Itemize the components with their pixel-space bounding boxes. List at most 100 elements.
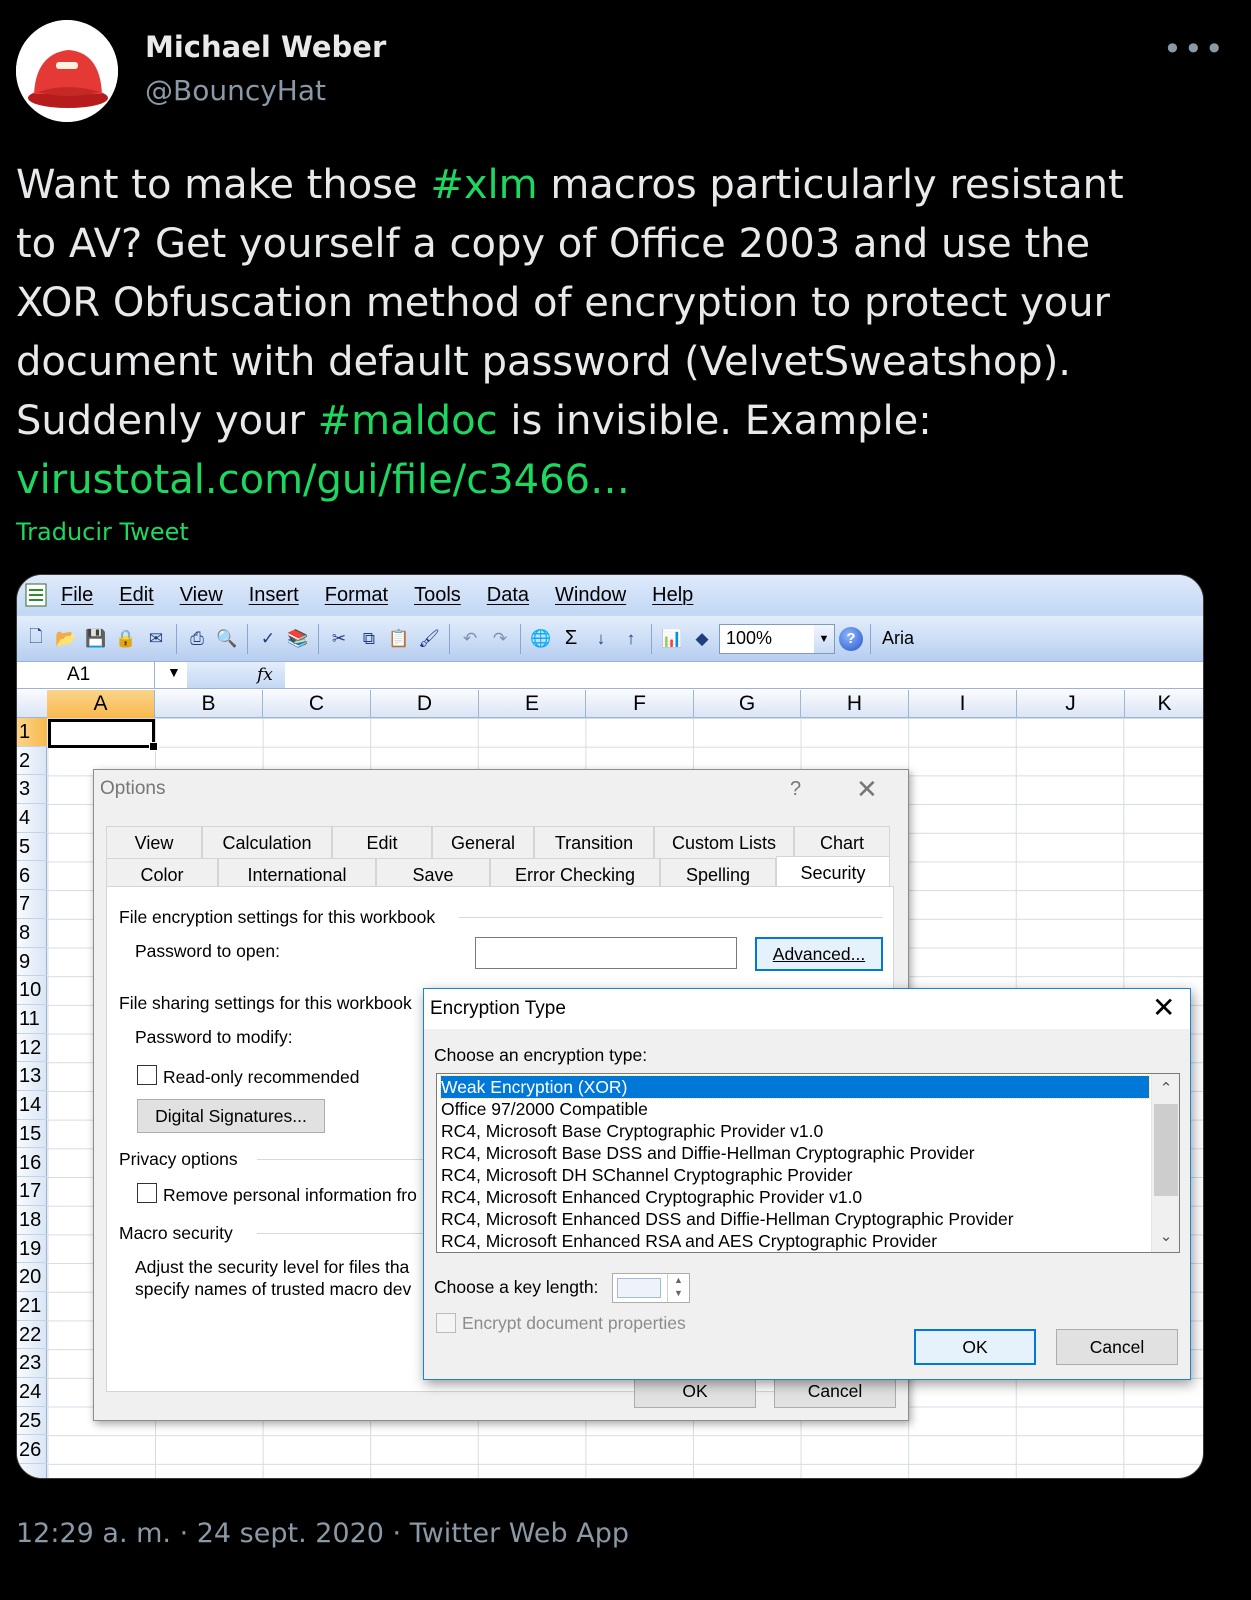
tab-edit[interactable]: Edit	[332, 826, 432, 858]
zoom-select[interactable]: 100% ▼	[719, 623, 835, 654]
hashtag-link[interactable]: #xlm	[430, 162, 537, 208]
menu-data[interactable]: Data	[487, 584, 529, 607]
encryption-ok-button[interactable]: OK	[914, 1329, 1036, 1365]
row-header[interactable]: 3	[17, 775, 47, 805]
column-header[interactable]: G	[694, 690, 801, 718]
hyperlink-icon[interactable]: 🌐	[528, 626, 554, 652]
column-header[interactable]: C	[263, 690, 371, 718]
column-header[interactable]: K	[1125, 690, 1203, 718]
row-header[interactable]: 22	[17, 1321, 47, 1350]
column-header[interactable]: H	[801, 690, 909, 718]
column-header[interactable]: F	[586, 690, 694, 718]
chevron-up-icon[interactable]: ⌃	[1152, 1076, 1179, 1102]
copy-icon[interactable]: ⧉	[356, 626, 382, 652]
list-item[interactable]: RC4, Microsoft Base DSS and Diffie-Hellm…	[441, 1142, 975, 1164]
tab-calculation[interactable]: Calculation	[202, 826, 332, 858]
row-header[interactable]: 12	[17, 1034, 47, 1063]
undo-icon[interactable]: ↶	[457, 626, 483, 652]
author-handle[interactable]: @BouncyHat	[145, 74, 326, 107]
tweet-media-screenshot[interactable]: File Edit View Insert Format Tools Data …	[16, 574, 1204, 1479]
row-header[interactable]: 13	[17, 1062, 47, 1092]
list-item[interactable]: RC4, Microsoft Enhanced Cryptographic Pr…	[441, 1186, 862, 1208]
author-name[interactable]: Michael Weber	[145, 30, 386, 64]
research-icon[interactable]: 📚	[285, 626, 311, 652]
row-header[interactable]: 19	[17, 1235, 47, 1264]
drawing-icon[interactable]: ◆	[689, 626, 715, 652]
column-header[interactable]: A	[47, 690, 155, 718]
close-icon[interactable]: ✕	[856, 774, 878, 805]
print-icon[interactable]: ⎙	[184, 626, 210, 652]
row-header[interactable]: 23	[17, 1349, 47, 1379]
tweet-timestamp[interactable]: 12:29 a. m. · 24 sept. 2020 · Twitter We…	[16, 1518, 629, 1549]
row-header[interactable]: 8	[17, 919, 47, 948]
row-header[interactable]: 11	[17, 1005, 47, 1034]
list-item[interactable]: RC4, Microsoft Base Cryptographic Provid…	[441, 1120, 823, 1142]
encryption-cancel-button[interactable]: Cancel	[1056, 1329, 1178, 1365]
save-icon[interactable]: 💾	[83, 626, 109, 652]
menu-edit[interactable]: Edit	[119, 584, 153, 607]
help-icon[interactable]: ?	[839, 626, 863, 651]
advanced-button[interactable]: Advanced...	[755, 937, 883, 971]
digital-signatures-button[interactable]: Digital Signatures...	[137, 1099, 325, 1133]
list-item[interactable]: RC4, Microsoft Enhanced RSA and AES Cryp…	[441, 1230, 937, 1252]
row-header[interactable]: 9	[17, 948, 47, 977]
new-icon[interactable]: 🗋	[23, 626, 49, 652]
list-item[interactable]: Office 97/2000 Compatible	[441, 1098, 648, 1120]
close-icon[interactable]: ✕	[1152, 991, 1175, 1024]
menu-format[interactable]: Format	[325, 584, 388, 607]
row-header[interactable]: 1	[17, 718, 47, 747]
row-header[interactable]: 26	[17, 1436, 47, 1465]
tab-view[interactable]: View	[106, 826, 202, 858]
menu-file[interactable]: File	[61, 584, 93, 607]
menu-insert[interactable]: Insert	[249, 584, 299, 607]
paste-icon[interactable]: 📋	[386, 626, 412, 652]
row-header[interactable]: 25	[17, 1407, 47, 1436]
list-item[interactable]: RC4, Microsoft DH SChannel Cryptographic…	[441, 1164, 852, 1186]
column-header[interactable]: E	[479, 690, 586, 718]
chevron-down-icon[interactable]: ⌄	[1152, 1224, 1179, 1250]
chevron-down-icon[interactable]: ▼	[814, 624, 834, 653]
remove-personal-checkbox[interactable]	[137, 1183, 157, 1203]
list-scrollbar[interactable]: ⌃ ⌄	[1151, 1074, 1179, 1252]
hashtag-link[interactable]: #maldoc	[318, 398, 498, 444]
key-length-input[interactable]	[617, 1278, 661, 1298]
tab-chart[interactable]: Chart	[794, 826, 890, 858]
insert-function-icon[interactable]: fx	[187, 662, 285, 688]
sort-descending-icon[interactable]: ↑	[618, 626, 644, 652]
redo-icon[interactable]: ↷	[487, 626, 513, 652]
tab-general[interactable]: General	[432, 826, 534, 858]
encrypt-properties-checkbox[interactable]	[436, 1313, 456, 1333]
row-header[interactable]: 4	[17, 804, 47, 833]
row-header[interactable]: 15	[17, 1120, 47, 1149]
open-icon[interactable]: 📂	[53, 626, 79, 652]
menu-tools[interactable]: Tools	[414, 584, 461, 607]
name-box[interactable]: A1	[17, 662, 155, 688]
stepper-arrows-icon[interactable]: ▲ ▼	[667, 1274, 689, 1302]
format-painter-icon[interactable]: 🖌	[416, 626, 442, 652]
encryption-type-list[interactable]: Weak Encryption (XOR) Office 97/2000 Com…	[436, 1073, 1180, 1253]
chevron-down-icon[interactable]: ▼	[167, 664, 181, 680]
row-header[interactable]: 17	[17, 1177, 47, 1206]
row-header[interactable]: 24	[17, 1378, 47, 1407]
row-header[interactable]: 21	[17, 1292, 47, 1321]
permission-icon[interactable]: 🔒	[113, 626, 139, 652]
row-header[interactable]: 20	[17, 1263, 47, 1292]
cut-icon[interactable]: ✂	[326, 626, 352, 652]
row-header[interactable]: 2	[17, 747, 47, 776]
print-preview-icon[interactable]: 🔍	[214, 626, 240, 652]
menu-window[interactable]: Window	[555, 584, 626, 607]
chart-wizard-icon[interactable]: 📊	[659, 626, 685, 652]
column-header[interactable]: J	[1017, 690, 1125, 718]
list-item[interactable]: Weak Encryption (XOR)	[440, 1075, 1150, 1099]
readonly-checkbox[interactable]	[137, 1065, 157, 1085]
tab-transition[interactable]: Transition	[534, 826, 654, 858]
row-header[interactable]: 6	[17, 862, 47, 891]
key-length-stepper[interactable]: ▲ ▼	[612, 1273, 690, 1303]
row-header[interactable]: 5	[17, 833, 47, 862]
scrollbar-thumb[interactable]	[1154, 1104, 1178, 1196]
font-name-select[interactable]: Aria	[882, 628, 914, 649]
row-header[interactable]: 7	[17, 890, 47, 919]
row-header[interactable]: 18	[17, 1206, 47, 1235]
active-cell[interactable]	[48, 719, 158, 751]
column-header[interactable]: B	[155, 690, 263, 718]
